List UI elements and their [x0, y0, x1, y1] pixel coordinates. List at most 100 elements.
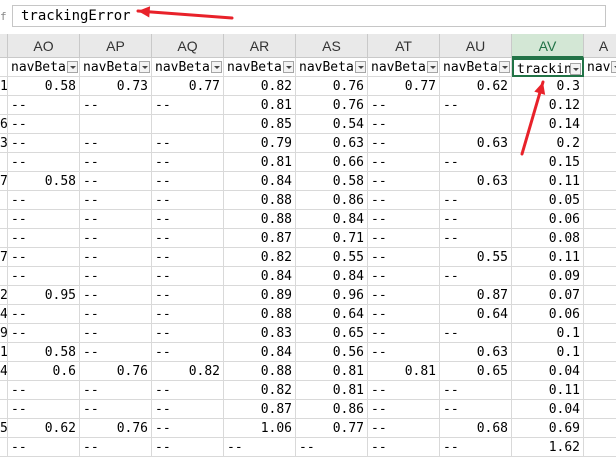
- table-cell[interactable]: 0.14: [512, 115, 584, 134]
- table-cell[interactable]: 0.89: [224, 286, 296, 305]
- table-cell[interactable]: 0.62: [8, 419, 80, 438]
- table-cell[interactable]: 0.82: [224, 77, 296, 96]
- table-cell[interactable]: --: [8, 305, 80, 324]
- table-cell[interactable]: [0, 267, 8, 286]
- table-cell[interactable]: 0.73: [80, 77, 152, 96]
- table-cell[interactable]: --: [368, 153, 440, 172]
- table-cell[interactable]: 0.77: [152, 77, 224, 96]
- table-cell[interactable]: --: [80, 229, 152, 248]
- table-cell[interactable]: 0.63: [440, 172, 512, 191]
- table-cell[interactable]: --: [440, 324, 512, 343]
- table-cell[interactable]: 1.06: [224, 419, 296, 438]
- table-cell[interactable]: 7: [0, 248, 8, 267]
- table-cell[interactable]: --: [368, 286, 440, 305]
- column-header[interactable]: AO: [8, 34, 80, 58]
- table-cell[interactable]: [584, 172, 616, 191]
- table-cell[interactable]: 1: [0, 343, 8, 362]
- table-cell[interactable]: 0.58: [8, 172, 80, 191]
- table-cell[interactable]: 0.65: [440, 362, 512, 381]
- table-cell[interactable]: 0.56: [296, 343, 368, 362]
- table-cell[interactable]: --: [8, 115, 80, 134]
- table-cell[interactable]: 0.11: [512, 172, 584, 191]
- filter-header-cell[interactable]: navBeta: [152, 58, 224, 77]
- table-cell[interactable]: [584, 191, 616, 210]
- table-cell[interactable]: --: [152, 286, 224, 305]
- table-cell[interactable]: --: [440, 400, 512, 419]
- table-cell[interactable]: 4: [0, 362, 8, 381]
- table-cell[interactable]: --: [368, 343, 440, 362]
- filter-dropdown-icon[interactable]: [67, 61, 78, 73]
- filter-header-cell[interactable]: navBeta: [368, 58, 440, 77]
- table-cell[interactable]: 0.06: [512, 210, 584, 229]
- table-cell[interactable]: [584, 438, 616, 457]
- filter-header-cell[interactable]: [0, 58, 8, 77]
- table-cell[interactable]: 0.3: [512, 77, 584, 96]
- table-cell[interactable]: 0.55: [440, 248, 512, 267]
- filter-dropdown-icon[interactable]: [139, 61, 150, 73]
- table-cell[interactable]: [440, 115, 512, 134]
- table-cell[interactable]: --: [80, 267, 152, 286]
- table-cell[interactable]: [584, 248, 616, 267]
- table-cell[interactable]: --: [8, 229, 80, 248]
- table-cell[interactable]: --: [80, 210, 152, 229]
- table-cell[interactable]: 0.62: [440, 77, 512, 96]
- filter-dropdown-icon[interactable]: [427, 61, 438, 73]
- table-cell[interactable]: --: [296, 438, 368, 457]
- table-cell[interactable]: 0.81: [224, 153, 296, 172]
- table-cell[interactable]: [0, 96, 8, 115]
- table-cell[interactable]: --: [440, 210, 512, 229]
- table-cell[interactable]: --: [8, 267, 80, 286]
- table-cell[interactable]: 0.15: [512, 153, 584, 172]
- table-cell[interactable]: --: [80, 134, 152, 153]
- table-cell[interactable]: 0.86: [296, 191, 368, 210]
- table-cell[interactable]: 0.6: [8, 362, 80, 381]
- table-cell[interactable]: 0.63: [296, 134, 368, 153]
- table-cell[interactable]: [80, 115, 152, 134]
- table-cell[interactable]: 0.05: [512, 191, 584, 210]
- table-cell[interactable]: 9: [0, 324, 8, 343]
- table-cell[interactable]: [584, 153, 616, 172]
- table-cell[interactable]: 0.87: [224, 400, 296, 419]
- table-cell[interactable]: 0.04: [512, 400, 584, 419]
- table-cell[interactable]: [584, 305, 616, 324]
- table-cell[interactable]: --: [440, 381, 512, 400]
- filter-header-cell[interactable]: navBeta: [296, 58, 368, 77]
- table-cell[interactable]: --: [80, 286, 152, 305]
- table-cell[interactable]: --: [368, 134, 440, 153]
- table-cell[interactable]: 0.82: [224, 248, 296, 267]
- table-cell[interactable]: --: [368, 191, 440, 210]
- table-cell[interactable]: --: [8, 324, 80, 343]
- table-cell[interactable]: 0.11: [512, 248, 584, 267]
- formula-input[interactable]: trackingError: [12, 5, 606, 27]
- table-cell[interactable]: 0.88: [224, 210, 296, 229]
- table-cell[interactable]: 0.86: [296, 400, 368, 419]
- table-cell[interactable]: --: [368, 248, 440, 267]
- table-cell[interactable]: 0.58: [8, 77, 80, 96]
- table-cell[interactable]: 0.81: [296, 362, 368, 381]
- table-cell[interactable]: 0.06: [512, 305, 584, 324]
- table-cell[interactable]: 0.04: [512, 362, 584, 381]
- table-cell[interactable]: --: [80, 153, 152, 172]
- table-cell[interactable]: --: [368, 400, 440, 419]
- table-cell[interactable]: 0.96: [296, 286, 368, 305]
- column-header[interactable]: AP: [80, 34, 152, 58]
- filter-dropdown-icon[interactable]: [570, 63, 581, 75]
- table-cell[interactable]: 0.76: [296, 96, 368, 115]
- table-cell[interactable]: [584, 362, 616, 381]
- table-cell[interactable]: [0, 153, 8, 172]
- table-cell[interactable]: 0.84: [224, 343, 296, 362]
- table-cell[interactable]: 0.54: [296, 115, 368, 134]
- table-cell[interactable]: --: [440, 191, 512, 210]
- table-cell[interactable]: 0.88: [224, 191, 296, 210]
- table-cell[interactable]: --: [152, 248, 224, 267]
- table-cell[interactable]: [152, 115, 224, 134]
- table-cell[interactable]: 0.76: [80, 362, 152, 381]
- table-cell[interactable]: --: [8, 134, 80, 153]
- table-cell[interactable]: 4: [0, 305, 8, 324]
- table-cell[interactable]: --: [440, 229, 512, 248]
- table-cell[interactable]: --: [368, 210, 440, 229]
- table-cell[interactable]: 0.88: [224, 362, 296, 381]
- filter-header-cell[interactable]: navBeta: [224, 58, 296, 77]
- table-cell[interactable]: [0, 438, 8, 457]
- table-cell[interactable]: 0.64: [296, 305, 368, 324]
